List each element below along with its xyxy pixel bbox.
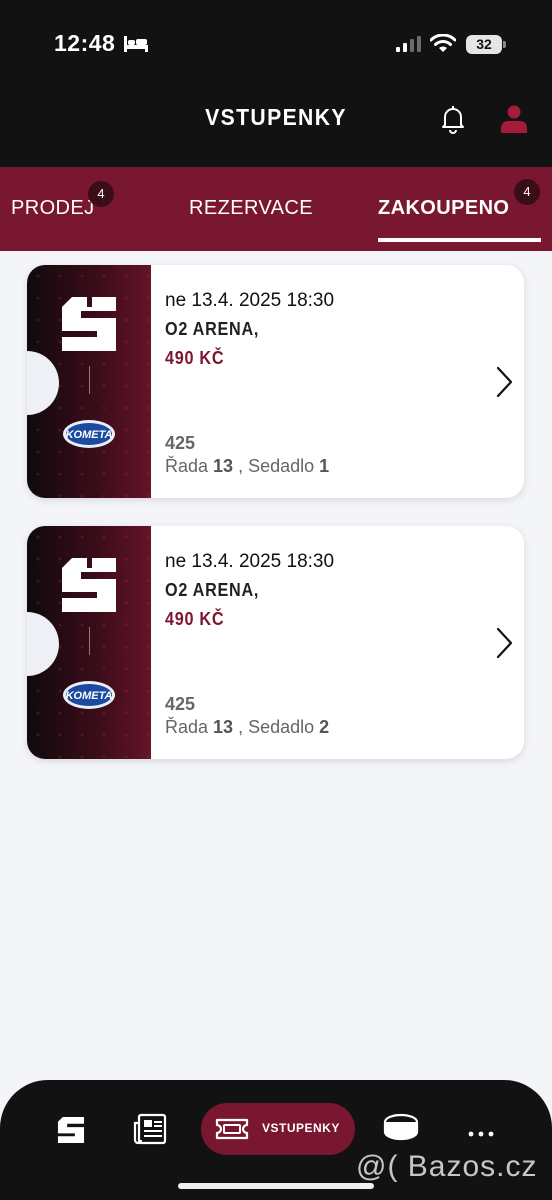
news-icon[interactable]	[133, 1113, 167, 1150]
more-icon[interactable]	[467, 1125, 495, 1143]
home-indicator[interactable]	[178, 1183, 374, 1189]
tab-prodej-badge: 4	[88, 181, 114, 207]
club-logo-icon[interactable]	[57, 1116, 85, 1149]
top-bar: 12:48 32 VSTUPENKY	[0, 0, 552, 167]
ticket-card[interactable]: KOMETA ne 13.4. 2025 18:30 O2 ARENA, 490…	[27, 265, 524, 498]
ticket-icon	[214, 1115, 250, 1148]
ticket-date: ne 13.4. 2025 18:30	[165, 551, 335, 572]
row-value: 13	[213, 717, 234, 737]
active-tab-indicator	[378, 238, 541, 242]
ticket-seat: Řada 13 , Sedadlo 1	[165, 456, 330, 476]
battery-level: 32	[466, 35, 502, 54]
stub-divider	[89, 366, 90, 394]
ticket-card[interactable]: KOMETA ne 13.4. 2025 18:30 O2 ARENA, 490…	[27, 526, 524, 759]
sleep-mode-icon	[124, 36, 148, 57]
ticket-section: 425	[165, 694, 196, 714]
chevron-right-icon[interactable]	[494, 626, 514, 665]
ticket-date: ne 13.4. 2025 18:30	[165, 290, 335, 311]
row-value: 13	[213, 456, 234, 476]
ticket-stub: KOMETA	[27, 526, 151, 759]
tab-zakoupeno[interactable]: ZAKOUPENO	[378, 197, 509, 220]
nav-vstupenky-button[interactable]: VSTUPENKY	[201, 1103, 355, 1155]
kometa-logo-text: KOMETA	[66, 429, 113, 441]
user-icon[interactable]	[499, 104, 529, 139]
status-time: 12:48	[54, 30, 116, 56]
sparta-logo-icon	[60, 295, 118, 358]
wifi-icon	[429, 33, 457, 58]
ticket-price: 490 KČ	[165, 348, 225, 368]
ticket-seat: Řada 13 , Sedadlo 2	[165, 717, 330, 737]
nav-vstupenky-label: VSTUPENKY	[262, 1121, 340, 1135]
row-label: Řada	[165, 717, 209, 737]
seat-label: Sedadlo	[248, 717, 315, 737]
battery-tip	[503, 41, 506, 48]
watermark: @( Bazos.cz	[356, 1150, 538, 1183]
signal-icon	[396, 36, 422, 57]
seat-label: Sedadlo	[248, 456, 315, 476]
seat-value: 1	[319, 456, 330, 476]
stub-divider	[89, 627, 90, 655]
ticket-price: 490 KČ	[165, 609, 225, 629]
bell-icon[interactable]	[438, 104, 468, 139]
ticket-venue: O2 ARENA,	[165, 319, 260, 339]
seat-value: 2	[319, 717, 330, 737]
tab-zakoupeno-badge: 4	[514, 179, 540, 205]
tab-rezervace[interactable]: REZERVACE	[189, 197, 313, 220]
tab-bar: PRODEJ 4 REZERVACE ZAKOUPENO 4	[0, 167, 552, 251]
chevron-right-icon[interactable]	[494, 365, 514, 404]
kometa-logo-text: KOMETA	[66, 690, 113, 702]
sparta-logo-icon	[60, 556, 118, 619]
kometa-logo-icon: KOMETA	[62, 417, 116, 456]
ticket-venue: O2 ARENA,	[165, 580, 260, 600]
tab-prodej[interactable]: PRODEJ	[11, 197, 95, 220]
ticket-section: 425	[165, 433, 196, 453]
kometa-logo-icon: KOMETA	[62, 678, 116, 717]
puck-icon[interactable]	[383, 1113, 419, 1148]
ticket-stub: KOMETA	[27, 265, 151, 498]
row-label: Řada	[165, 456, 209, 476]
